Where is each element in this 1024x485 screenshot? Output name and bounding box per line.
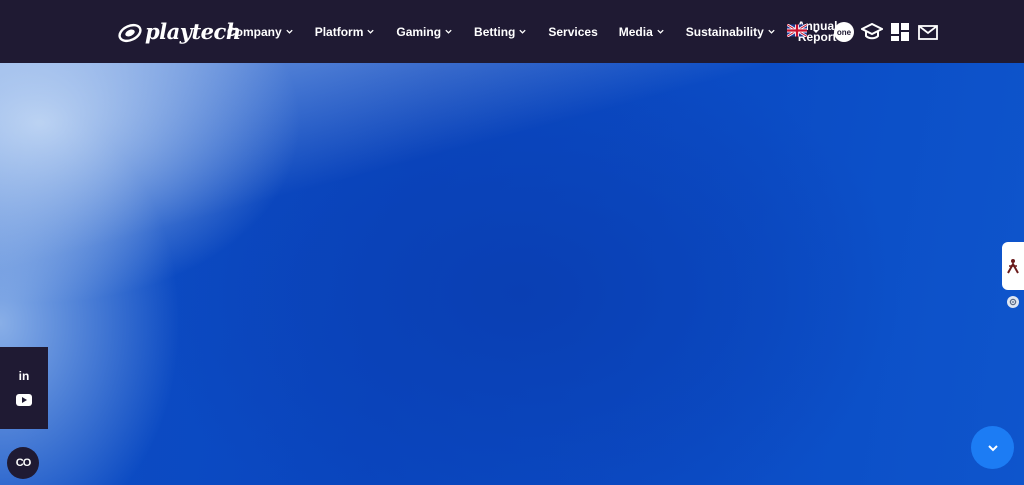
chevron-down-icon (987, 444, 998, 451)
scroll-down-button[interactable] (971, 426, 1014, 469)
social-links: in (0, 347, 48, 429)
graduation-cap-icon[interactable] (861, 21, 883, 43)
accessibility-person-icon (1007, 259, 1019, 274)
nav-company[interactable]: Company (227, 0, 294, 63)
co-widget-button[interactable]: CO (7, 447, 39, 479)
one-icon[interactable]: one (833, 21, 855, 43)
nav-gaming[interactable]: Gaming (396, 0, 453, 63)
language-selector[interactable] (787, 24, 821, 37)
hero-banner (0, 63, 1024, 485)
uk-flag-icon (787, 24, 807, 37)
nav-betting[interactable]: Betting (474, 0, 527, 63)
nav-services[interactable]: Services (548, 0, 597, 63)
nav-gaming-label: Gaming (396, 24, 442, 39)
nav-sustainability[interactable]: Sustainability (686, 0, 776, 63)
nav-betting-label: Betting (474, 24, 516, 39)
app-grid-icon[interactable] (889, 21, 911, 43)
chevron-down-icon (768, 29, 775, 34)
gear-icon[interactable] (1007, 296, 1019, 308)
hero-light-streak (0, 63, 1024, 485)
main-nav: Company Platform Gaming Betting Services… (227, 0, 837, 63)
site-header: playtech Company Platform Gaming Betting… (0, 0, 1024, 63)
caret-down-icon (813, 29, 819, 33)
mail-icon[interactable] (917, 21, 939, 43)
nav-media[interactable]: Media (619, 0, 665, 63)
chevron-down-icon (657, 29, 664, 34)
chevron-down-icon (445, 29, 452, 34)
svg-text:one: one (837, 28, 852, 37)
nav-services-label: Services (548, 24, 598, 39)
co-label: CO (15, 457, 31, 469)
chevron-down-icon (367, 29, 375, 34)
youtube-icon[interactable] (16, 393, 32, 407)
nav-company-label: Company (227, 24, 282, 39)
nav-platform-label: Platform (314, 24, 364, 39)
chevron-down-icon (286, 29, 293, 34)
accessibility-tab[interactable] (1002, 242, 1024, 290)
nav-media-label: Media (618, 24, 653, 39)
nav-sustainability-label: Sustainability (685, 24, 764, 39)
playtech-logo[interactable]: playtech (117, 19, 241, 44)
chevron-down-icon (519, 29, 527, 34)
header-icons: one (833, 21, 945, 43)
logo-swoosh-icon (118, 23, 142, 42)
linkedin-icon[interactable]: in (16, 369, 32, 383)
nav-platform[interactable]: Platform (315, 0, 376, 63)
